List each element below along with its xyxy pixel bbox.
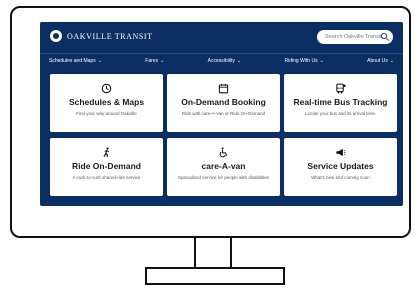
megaphone-icon [335, 146, 347, 158]
search-box [317, 30, 393, 44]
running-person-icon [101, 146, 113, 158]
nav-item-riding-with-us[interactable]: Riding With Us ⌄ [285, 58, 324, 64]
card-description: What's new and coming soon [311, 175, 370, 180]
card-on-demand-booking[interactable]: On-Demand Booking Ride with care-A-van o… [167, 74, 280, 132]
top-header: OAKVILLE TRANSIT [40, 22, 403, 53]
nav-item-label: About Us [367, 58, 388, 64]
card-service-updates[interactable]: Service Updates What's new and coming so… [284, 138, 397, 196]
card-description: Ride with care-A-van or Ride On-Demand [181, 111, 266, 116]
service-cards-grid: Schedules & Maps Find your way around Oa… [50, 74, 397, 196]
card-title: Real-time Bus Tracking [293, 97, 388, 107]
card-care-a-van[interactable]: care-A-van Specialized service for peopl… [167, 138, 280, 196]
card-real-time-bus-tracking[interactable]: Real-time Bus Tracking Locate your bus a… [284, 74, 397, 132]
card-schedules-and-maps[interactable]: Schedules & Maps Find your way around Oa… [50, 74, 163, 132]
brand-logo[interactable]: OAKVILLE TRANSIT [50, 30, 153, 42]
nav-item-fares[interactable]: Fares ⌄ [145, 58, 164, 64]
chevron-down-icon: ⌄ [97, 58, 102, 64]
card-description: Specialized service for people with disa… [177, 175, 270, 180]
chevron-down-icon: ⌄ [389, 58, 394, 64]
wheelchair-icon [218, 146, 230, 158]
nav-item-about-us[interactable]: About Us ⌄ [367, 58, 394, 64]
monitor-frame: OAKVILLE TRANSIT Schedules and Maps ⌄ Fa… [10, 6, 411, 238]
clock-icon [101, 82, 113, 94]
card-title: Ride On-Demand [72, 161, 141, 171]
website-screen: OAKVILLE TRANSIT Schedules and Maps ⌄ Fa… [40, 22, 403, 206]
logo-mark-icon [50, 30, 62, 42]
card-description: A curb-to-curb shared-ride service [72, 175, 141, 180]
calendar-icon [218, 82, 230, 94]
card-description: Find your way around Oakville [76, 111, 137, 116]
search-input[interactable] [323, 33, 385, 41]
card-title: care-A-van [201, 161, 246, 171]
chevron-down-icon: ⌄ [319, 58, 324, 64]
nav-item-accessibility[interactable]: Accessibility ⌄ [208, 58, 241, 64]
brand-name: OAKVILLE TRANSIT [67, 31, 153, 41]
chevron-down-icon: ⌄ [236, 58, 242, 64]
nav-item-label: Accessibility [207, 58, 235, 64]
card-title: On-Demand Booking [181, 97, 266, 107]
chevron-down-icon: ⌄ [160, 58, 165, 64]
bus-icon [335, 82, 347, 94]
nav-item-label: Fares [145, 58, 159, 64]
main-navigation: Schedules and Maps ⌄ Fares ⌄ Accessibili… [40, 53, 403, 68]
nav-item-schedules-and-maps[interactable]: Schedules and Maps ⌄ [49, 58, 102, 64]
card-description: Locate your bus and its arrival time. [304, 111, 377, 116]
monitor-neck [194, 238, 232, 268]
card-title: Schedules & Maps [68, 97, 145, 107]
card-title: Service Updates [307, 161, 374, 171]
monitor-base [145, 267, 285, 285]
nav-item-label: Schedules and Maps [49, 58, 96, 64]
nav-item-label: Riding With Us [284, 58, 318, 64]
card-ride-on-demand[interactable]: Ride On-Demand A curb-to-curb shared-rid… [50, 138, 163, 196]
search-icon[interactable] [381, 33, 387, 39]
